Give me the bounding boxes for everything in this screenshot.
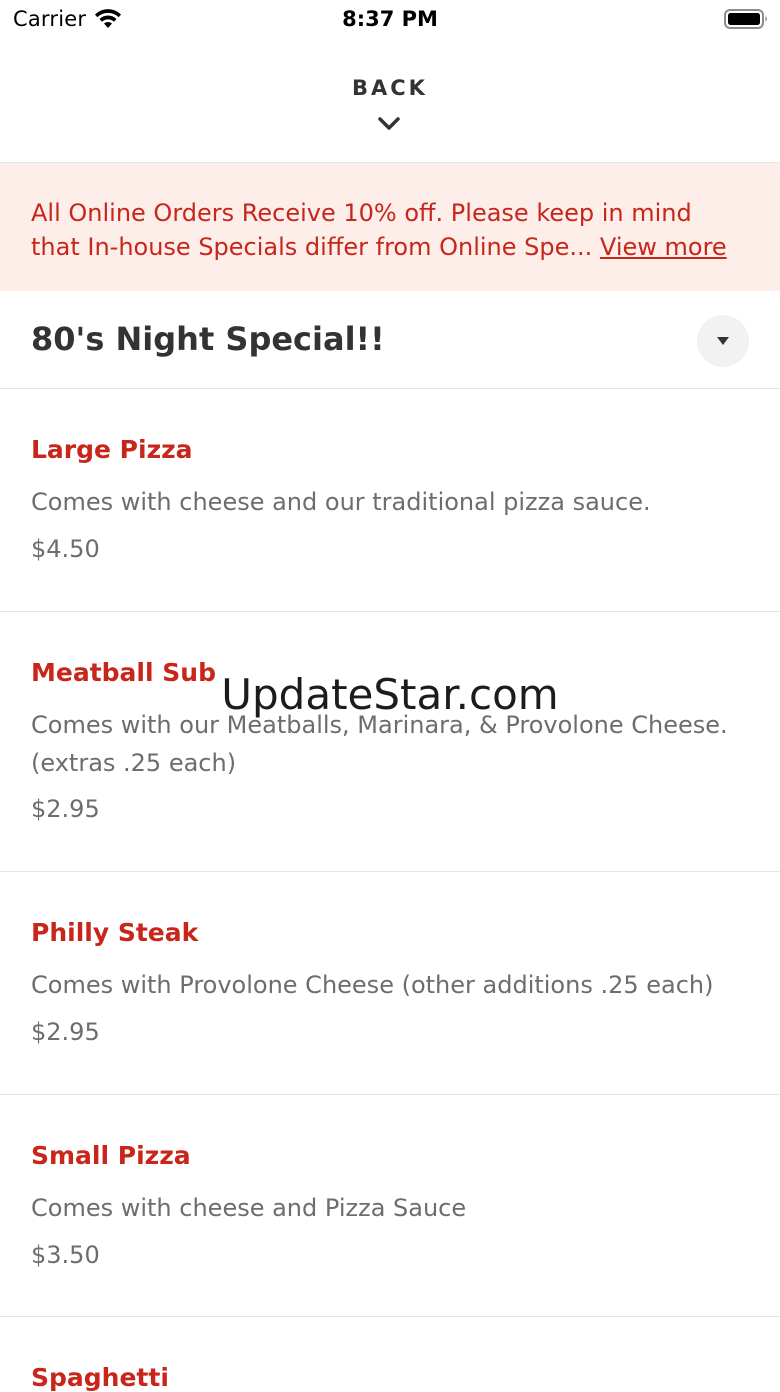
caret-down-icon [717, 337, 729, 345]
menu-item-spaghetti[interactable]: Spaghetti [0, 1317, 780, 1392]
item-price: $4.50 [31, 535, 100, 563]
view-more-link[interactable]: View more [600, 233, 727, 261]
promo-line-2-text: that In-house Specials differ from Onlin… [31, 233, 593, 261]
item-description: Comes with cheese and Pizza Sauce [31, 1194, 467, 1222]
section-header[interactable]: 80's Night Special!! [0, 292, 780, 389]
clock: 8:37 PM [342, 7, 438, 31]
item-name: Small Pizza [31, 1141, 191, 1170]
menu-item-small-pizza[interactable]: Small Pizza Comes with cheese and Pizza … [0, 1095, 780, 1317]
back-button[interactable]: BACK [0, 76, 780, 100]
item-name: Meatball Sub [31, 658, 216, 687]
menu-item-philly-steak[interactable]: Philly Steak Comes with Provolone Cheese… [0, 872, 780, 1095]
item-price: $2.95 [31, 795, 100, 823]
item-name: Philly Steak [31, 918, 199, 947]
section-collapse-button[interactable] [697, 315, 749, 367]
chevron-down-icon[interactable] [377, 116, 401, 132]
section-title: 80's Night Special!! [31, 320, 385, 358]
battery-icon [724, 9, 767, 29]
promo-banner: All Online Orders Receive 10% off. Pleas… [0, 163, 780, 291]
promo-line-1: All Online Orders Receive 10% off. Pleas… [31, 199, 692, 227]
item-price: $3.50 [31, 1241, 100, 1269]
status-bar: Carrier 8:37 PM [0, 0, 780, 40]
back-header[interactable]: BACK [0, 40, 780, 163]
item-description: Comes with Provolone Cheese (other addit… [31, 971, 714, 999]
menu-item-large-pizza[interactable]: Large Pizza Comes with cheese and our tr… [0, 389, 780, 612]
item-price: $2.95 [31, 1018, 100, 1046]
promo-line-2: that In-house Specials differ from Onlin… [31, 230, 756, 264]
item-name: Spaghetti [31, 1363, 169, 1392]
promo-text: All Online Orders Receive 10% off. Pleas… [31, 196, 756, 264]
item-description: Comes with cheese and our traditional pi… [31, 488, 651, 516]
item-name: Large Pizza [31, 435, 193, 464]
item-description: Comes with our Meatballs, Marinara, & Pr… [31, 711, 728, 777]
menu-item-meatball-sub[interactable]: Meatball Sub Comes with our Meatballs, M… [0, 612, 780, 872]
